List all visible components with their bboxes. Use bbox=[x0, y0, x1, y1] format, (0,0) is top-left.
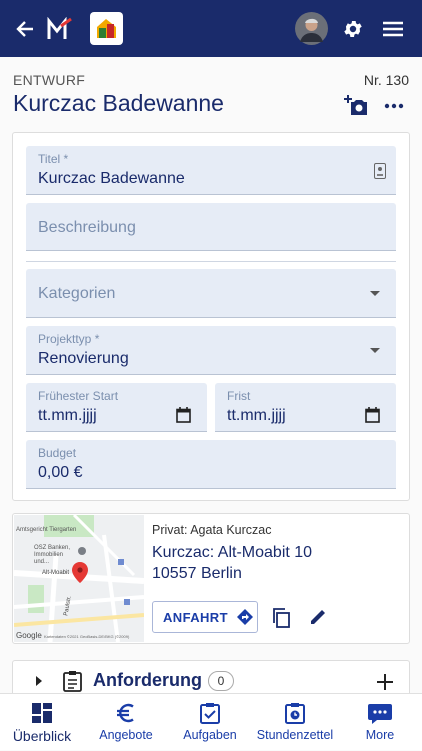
budget-field[interactable]: Budget 0,00 € bbox=[26, 440, 396, 489]
menu-button[interactable] bbox=[380, 0, 406, 57]
expand-caret-icon bbox=[36, 676, 42, 686]
map-label-altmoabit: Alt-Moabit bbox=[42, 570, 70, 576]
address-city: 10557 Berlin bbox=[152, 565, 242, 582]
google-logo: Google bbox=[16, 631, 42, 640]
directions-icon bbox=[236, 609, 253, 625]
pencil-icon bbox=[311, 610, 325, 624]
clipboard-check-icon bbox=[200, 703, 220, 724]
bottom-navigation: Überblick Angebote Aufgaben Stundenzette… bbox=[0, 693, 422, 750]
add-camera-icon bbox=[344, 95, 367, 115]
caret-down-icon bbox=[370, 291, 380, 296]
projekttyp-label: Projekttyp * bbox=[38, 332, 100, 346]
projekttyp-select[interactable]: Projekttyp * Renovierung bbox=[26, 326, 396, 375]
edit-button[interactable] bbox=[309, 608, 329, 628]
start-label: Frühester Start bbox=[38, 389, 119, 403]
more-icon bbox=[368, 704, 392, 724]
frist-label: Frist bbox=[227, 389, 251, 403]
caret-down-icon bbox=[370, 348, 380, 353]
tab-ueberblick[interactable]: Überblick bbox=[0, 694, 84, 751]
directions-button[interactable]: ANFAHRT bbox=[152, 601, 258, 633]
user-avatar-icon bbox=[294, 12, 328, 45]
add-photo-button[interactable] bbox=[343, 93, 369, 119]
more-horizontal-icon bbox=[384, 103, 404, 109]
page-title: Kurczac Badewanne bbox=[13, 90, 224, 116]
tab-label: Aufgaben bbox=[183, 728, 237, 742]
address-card: Amtsgericht Tiergarten OSZ Banken, Immob… bbox=[12, 513, 410, 644]
calendar-icon bbox=[176, 407, 191, 423]
tab-angebote[interactable]: Angebote bbox=[84, 694, 168, 751]
add-icon[interactable] bbox=[377, 674, 393, 690]
app-bar bbox=[0, 0, 422, 57]
client-label: Privat: Agata Kurczac bbox=[152, 523, 272, 537]
calendar-icon bbox=[365, 407, 380, 423]
anforderung-section[interactable]: Anforderung 0 bbox=[12, 660, 410, 693]
tab-label: Überblick bbox=[12, 728, 72, 744]
section-title: Anforderung bbox=[93, 670, 202, 690]
tab-more[interactable]: More bbox=[338, 694, 422, 751]
tab-stundenzettel[interactable]: Stundenzettel bbox=[252, 694, 338, 751]
tab-label: Angebote bbox=[99, 728, 153, 742]
start-date-field[interactable]: Frühester Start tt.mm.jjjj bbox=[26, 383, 207, 432]
kategorien-select[interactable]: Kategorien bbox=[26, 269, 396, 318]
frist-date-field[interactable]: Frist tt.mm.jjjj bbox=[215, 383, 396, 432]
avatar[interactable] bbox=[293, 0, 329, 57]
count-badge: 0 bbox=[208, 671, 234, 691]
map-label-amtsgericht: Amtsgericht Tiergarten bbox=[16, 527, 77, 533]
frist-value: tt.mm.jjjj bbox=[227, 407, 286, 424]
m-logo-icon bbox=[47, 16, 72, 39]
map-graphic bbox=[14, 515, 144, 642]
settings-button[interactable] bbox=[340, 0, 366, 57]
gear-icon bbox=[344, 20, 362, 37]
budget-label: Budget bbox=[38, 446, 77, 460]
beschreibung-placeholder: Beschreibung bbox=[38, 219, 136, 236]
kategorien-placeholder: Kategorien bbox=[38, 285, 116, 302]
map-label-osz: OSZ Banken, Immobilien und... bbox=[34, 545, 71, 565]
clipboard-list-icon bbox=[63, 671, 82, 692]
titel-value: Kurczac Badewanne bbox=[38, 170, 185, 187]
tab-aufgaben[interactable]: Aufgaben bbox=[168, 694, 252, 751]
tab-label: More bbox=[365, 728, 395, 742]
start-value: tt.mm.jjjj bbox=[38, 407, 97, 424]
more-options-button[interactable] bbox=[384, 97, 406, 115]
copy-icon bbox=[273, 608, 290, 628]
copy-button[interactable] bbox=[272, 608, 292, 628]
projekttyp-value: Renovierung bbox=[38, 350, 129, 367]
project-form-card: Titel * Kurczac Badewanne Beschreibung K… bbox=[12, 132, 410, 501]
euro-icon bbox=[117, 703, 134, 723]
dashboard-icon bbox=[32, 703, 52, 723]
beschreibung-field[interactable]: Beschreibung bbox=[26, 203, 396, 251]
app-switcher[interactable] bbox=[89, 0, 123, 57]
address-name: Kurczac: Alt-Moabit 10 bbox=[152, 544, 313, 561]
tab-label: Stundenzettel bbox=[256, 728, 334, 742]
divider bbox=[26, 261, 396, 262]
project-page: ENTWURF Nr. 130 Kurczac Badewanne Titel … bbox=[0, 57, 422, 693]
directions-label: ANFAHRT bbox=[163, 609, 228, 625]
titel-label: Titel * bbox=[38, 152, 69, 166]
contact-card-icon bbox=[374, 163, 386, 179]
clipboard-clock-icon bbox=[285, 703, 305, 724]
project-number: Nr. 130 bbox=[363, 72, 409, 88]
map-credit: Kartendaten ©2021 GeoBasis-DE/BKG (©2009… bbox=[44, 634, 130, 639]
company-logo[interactable] bbox=[46, 0, 74, 57]
arrow-left-icon bbox=[16, 20, 33, 37]
budget-value: 0,00 € bbox=[38, 464, 83, 481]
status-label: ENTWURF bbox=[13, 72, 86, 88]
map-preview[interactable]: Amtsgericht Tiergarten OSZ Banken, Immob… bbox=[14, 515, 144, 642]
titel-field[interactable]: Titel * Kurczac Badewanne bbox=[26, 146, 396, 195]
hamburger-icon bbox=[383, 21, 403, 36]
back-button[interactable] bbox=[10, 0, 40, 57]
house-app-icon bbox=[89, 12, 123, 45]
